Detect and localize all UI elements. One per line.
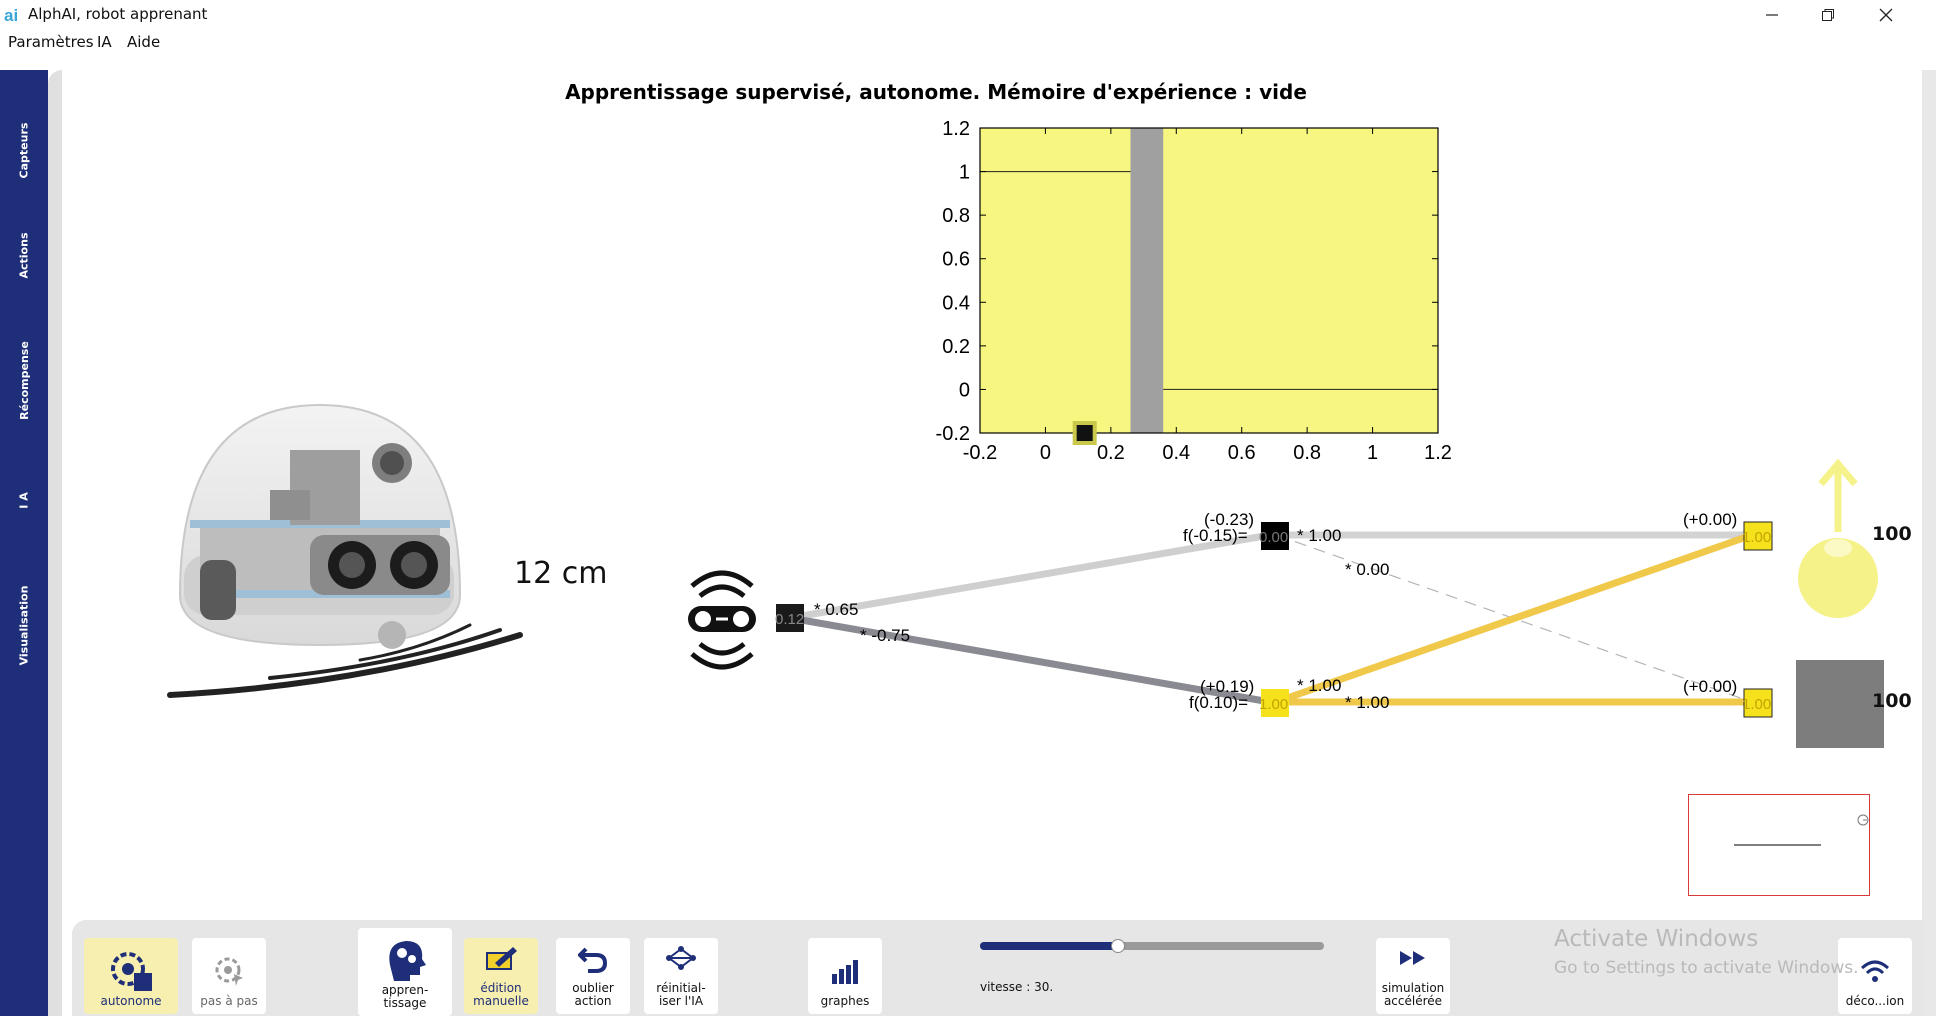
restore-button[interactable] [1800, 0, 1856, 30]
y-tick-label: 0.6 [942, 249, 970, 271]
y-tick-label: 1 [959, 162, 970, 184]
edition-manuelle-icon [486, 947, 517, 970]
speed-label: vitesse : 30. [980, 980, 1054, 994]
title-bar: ai AlphAI, robot apprenant [0, 0, 1936, 30]
menu-parametres[interactable]: Paramètres [8, 33, 94, 51]
window-title: AlphAI, robot apprenant [28, 5, 208, 23]
x-tick-label: 0.8 [1293, 442, 1321, 464]
y-tick-label: 0 [959, 379, 970, 401]
plot-point-0 [1076, 425, 1093, 441]
sidebar-tab-actions[interactable]: Actions [0, 210, 48, 300]
x-tick-label: 1 [1367, 442, 1378, 464]
x-tick-label: 0 [1040, 442, 1051, 464]
output1-score: 100 [1872, 523, 1912, 545]
x-tick-label: 0.6 [1228, 442, 1256, 464]
robot-illustration [167, 403, 523, 698]
close-icon [1879, 8, 1893, 22]
environment-minimap[interactable] [1688, 794, 1870, 896]
oublier-action-button[interactable]: oublier action [556, 938, 630, 1014]
x-tick-label: -0.2 [963, 442, 997, 464]
apprentissage-icon [389, 941, 426, 981]
speed-slider[interactable] [980, 939, 1324, 953]
y-tick-label: 0.8 [942, 205, 970, 227]
menu-bar: Paramètres IA Aide [0, 30, 1936, 54]
svg-text:ai: ai [4, 6, 18, 24]
minimize-button[interactable] [1744, 0, 1800, 30]
autonome-icon [111, 952, 152, 991]
page-title: Apprentissage supervisé, autonome. Mémoi… [565, 80, 1307, 104]
simulation-acceleree-button[interactable]: simulation accélérée [1376, 938, 1450, 1014]
y-tick-label: 0.2 [942, 336, 970, 358]
pas-a-pas-button[interactable]: pas à pas [192, 938, 266, 1014]
sidebar-tab-ia[interactable]: I A [0, 470, 48, 530]
close-button[interactable] [1858, 0, 1914, 30]
apprentissage-button[interactable]: appren- tissage [358, 928, 452, 1016]
edition-manuelle-button[interactable]: édition manuelle [464, 938, 538, 1014]
speed-slider-thumb[interactable] [1110, 939, 1125, 953]
plot-area [980, 128, 1438, 433]
activation-watermark-title: Activate Windows [1554, 926, 1759, 952]
output2-score: 100 [1872, 690, 1912, 712]
x-tick-label: 0.2 [1097, 442, 1125, 464]
bar-chart-icon [832, 960, 858, 984]
plot-decision-band [1130, 128, 1164, 433]
y-tick-label: 0.4 [942, 292, 970, 314]
sidebar-tab-visualisation[interactable]: Visualisation [0, 550, 48, 700]
menu-ia[interactable]: IA [97, 33, 112, 51]
minimap-drawing [1734, 814, 1869, 846]
y-tick-label: 1.2 [942, 118, 970, 140]
wifi-icon [1860, 960, 1890, 982]
decision-plot: -0.2 0 0.2 0.4 0.6 0.8 1 1.2 1.2 1 0.8 0.6 0.4 0.2 0 -0… [936, 118, 1452, 464]
autonome-button[interactable]: autonome [84, 938, 178, 1014]
activation-watermark-text: Go to Settings to activate Windows. [1554, 958, 1859, 978]
reset-network-icon [666, 946, 696, 970]
sidebar-tab-recompense[interactable]: Récompense [0, 310, 48, 450]
app-logo-icon: ai [4, 6, 18, 24]
speed-slider-fill [980, 942, 1118, 950]
sidebar-tab-capteurs[interactable]: Capteurs [0, 100, 48, 200]
graphes-button[interactable]: graphes [808, 938, 882, 1014]
y-tick-label: -0.2 [936, 423, 970, 445]
distance-readout: 12 cm [514, 556, 608, 591]
minimize-icon [1766, 14, 1778, 16]
restore-icon [1822, 9, 1834, 21]
sidebar: Capteurs Actions Récompense I A Visualis… [0, 70, 48, 1016]
x-tick-label: 0.4 [1162, 442, 1190, 464]
reinitialiser-ia-button[interactable]: réinitial- iser l'IA [644, 938, 718, 1014]
fast-forward-icon [1400, 951, 1425, 965]
x-tick-label: 1.2 [1424, 442, 1452, 464]
pas-a-pas-icon [215, 957, 243, 986]
menu-aide[interactable]: Aide [127, 33, 160, 51]
undo-icon [578, 947, 608, 973]
scrollbar-strip[interactable] [1922, 70, 1936, 1016]
